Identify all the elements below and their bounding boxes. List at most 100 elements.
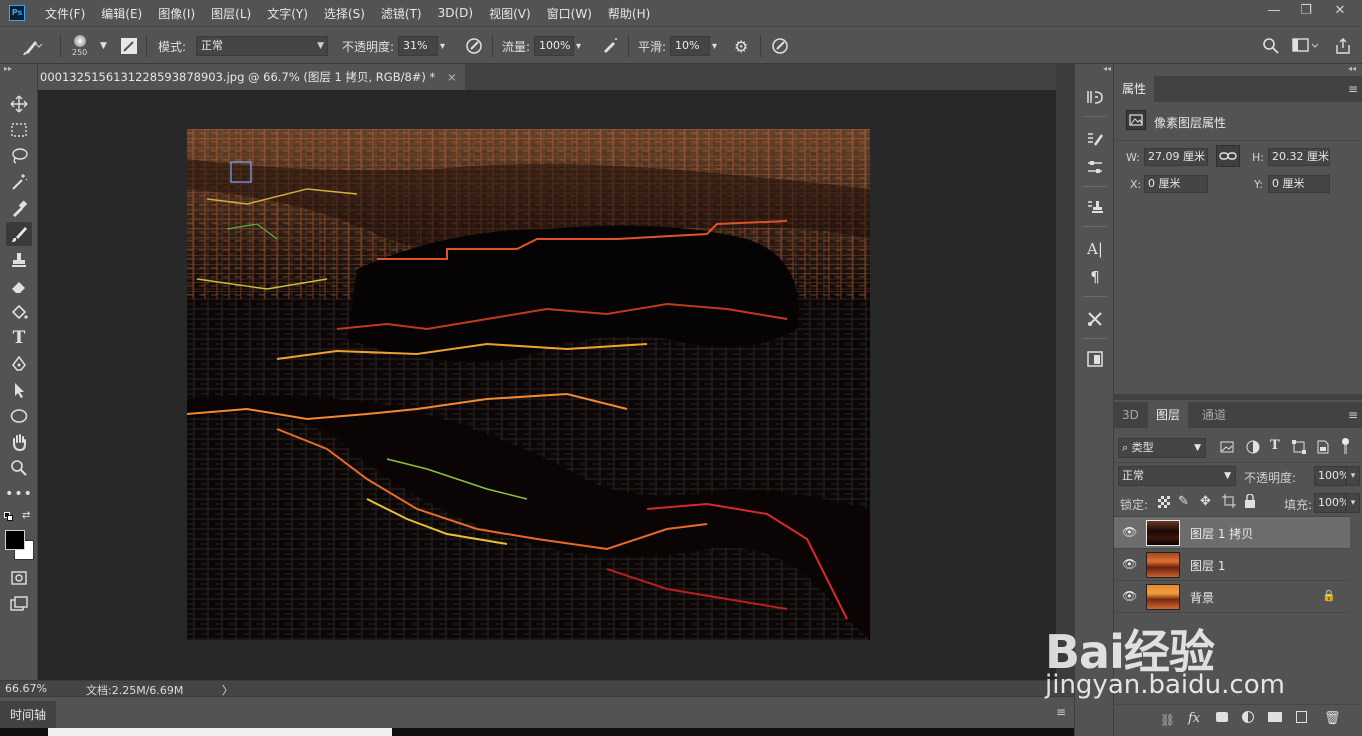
menu-file[interactable]: 文件(F) [45, 5, 85, 22]
collapse-panels-button[interactable]: ◂◂ [1114, 64, 1362, 74]
tab-properties[interactable]: 属性 [1114, 76, 1155, 102]
close-document-icon[interactable]: × [447, 70, 457, 84]
adjustment-layer-icon[interactable] [1242, 711, 1254, 723]
minimize-button[interactable]: — [1258, 0, 1290, 22]
search-icon[interactable] [1262, 27, 1280, 65]
new-layer-icon[interactable] [1296, 711, 1307, 723]
paint-bucket-tool-icon[interactable] [6, 300, 32, 324]
menu-select[interactable]: 选择(S) [324, 5, 365, 22]
tab-3d[interactable]: 3D [1114, 402, 1147, 428]
menu-edit[interactable]: 编辑(E) [101, 5, 142, 22]
filter-pixel-layer-icon[interactable] [1220, 441, 1236, 455]
pressure-size-button[interactable] [770, 27, 790, 65]
opacity-input[interactable]: 31% [398, 36, 438, 56]
document-canvas-image[interactable] [187, 129, 870, 640]
navigator-panel-icon[interactable] [1083, 348, 1107, 370]
flow-input[interactable]: 100% [534, 36, 574, 56]
filter-shape-layer-icon[interactable] [1292, 440, 1308, 454]
layer-filter-kind-select[interactable]: ⌕ 类型 ▼ [1118, 438, 1206, 458]
close-window-button[interactable]: ✕ [1324, 0, 1356, 22]
lock-artboard-icon[interactable] [1222, 494, 1236, 508]
tab-layers[interactable]: 图层 [1148, 402, 1189, 428]
fill-dropdown[interactable]: ▾ [1346, 493, 1360, 513]
filter-toggle-switch[interactable] [1342, 438, 1350, 454]
tab-channels[interactable]: 通道 [1194, 402, 1234, 428]
panel-menu-icon[interactable]: ≡ [1348, 408, 1358, 422]
pen-tool-icon[interactable] [6, 352, 32, 376]
layer-opacity-dropdown[interactable]: ▾ [1346, 466, 1360, 486]
opacity-dropdown-button[interactable]: ▾ [440, 27, 445, 65]
screen-mode-icon[interactable] [6, 592, 32, 616]
restore-button[interactable]: ❐ [1290, 0, 1322, 22]
gear-icon[interactable]: ⚙ [734, 27, 748, 65]
visibility-eye-icon[interactable]: 👁 [1122, 557, 1137, 571]
adjustments-panel-icon[interactable] [1083, 156, 1107, 178]
layer-row-copy[interactable]: 👁 图层 1 拷贝 [1114, 517, 1350, 549]
menu-view[interactable]: 视图(V) [489, 5, 531, 22]
workspace-switcher-button[interactable] [1292, 27, 1320, 65]
chevron-down-icon[interactable]: ▼ [100, 27, 107, 65]
fx-icon[interactable]: fx [1188, 711, 1200, 726]
panel-menu-icon[interactable]: ≡ [1348, 82, 1358, 96]
width-input[interactable]: 27.09 厘米 [1144, 148, 1208, 166]
filter-smart-object-icon[interactable] [1316, 440, 1332, 454]
height-input[interactable]: 20.32 厘米 [1268, 148, 1330, 166]
path-selection-tool-icon[interactable] [6, 378, 32, 402]
swap-colors-icon[interactable]: ⇄ [22, 510, 30, 521]
x-input[interactable]: 0 厘米 [1144, 175, 1208, 193]
brush-settings-panel-button[interactable] [120, 27, 138, 65]
menu-window[interactable]: 窗口(W) [547, 5, 592, 22]
blend-mode-select[interactable]: 正常 ▼ [1118, 466, 1236, 486]
move-tool-icon[interactable] [6, 92, 32, 116]
tool-presets-icon[interactable] [1083, 308, 1107, 330]
pressure-opacity-button[interactable] [464, 27, 484, 65]
lasso-tool-icon[interactable] [6, 144, 32, 168]
marquee-tool-icon[interactable] [6, 118, 32, 142]
document-tab[interactable]: 0001325156131228593878903.jpg @ 66.7% (图… [38, 64, 465, 90]
ellipse-tool-icon[interactable] [6, 404, 32, 428]
menu-type[interactable]: 文字(Y) [267, 5, 308, 22]
magic-wand-tool-icon[interactable] [6, 170, 32, 194]
layer-row-layer1[interactable]: 👁 图层 1 [1114, 549, 1350, 581]
lock-all-icon[interactable] [1244, 493, 1258, 508]
quick-mask-icon[interactable] [6, 566, 32, 590]
menu-image[interactable]: 图像(I) [158, 5, 195, 22]
menu-3d[interactable]: 3D(D) [438, 6, 473, 20]
canvas-area[interactable] [38, 90, 1056, 680]
add-mask-icon[interactable] [1216, 712, 1228, 722]
zoom-level[interactable]: 66.67% [5, 682, 47, 695]
brush-tool-icon[interactable] [6, 222, 32, 246]
menu-help[interactable]: 帮助(H) [608, 5, 650, 22]
eyedropper-tool-icon[interactable] [6, 196, 32, 220]
collapse-toolbox-button[interactable]: ▸▸ [4, 64, 12, 73]
lock-position-icon[interactable]: ✥ [1200, 494, 1211, 509]
flow-dropdown-button[interactable]: ▾ [576, 27, 581, 65]
clone-source-icon[interactable] [1083, 196, 1107, 218]
eraser-tool-icon[interactable] [6, 274, 32, 298]
history-icon[interactable] [1083, 86, 1107, 108]
clone-stamp-tool-icon[interactable] [6, 248, 32, 272]
fill-input[interactable]: 100% [1314, 493, 1349, 513]
panel-splitter[interactable] [1114, 394, 1362, 400]
smoothing-dropdown-button[interactable]: ▾ [712, 27, 717, 65]
vertical-scrollbar[interactable] [1056, 64, 1074, 680]
layer-opacity-input[interactable]: 100% [1314, 466, 1349, 486]
brushes-panel-icon[interactable] [1083, 128, 1107, 150]
menu-layer[interactable]: 图层(L) [211, 5, 251, 22]
panel-menu-icon[interactable]: ≡ [1056, 705, 1066, 719]
timeline-tab[interactable]: 时间轴 [0, 701, 56, 729]
visibility-eye-icon[interactable]: 👁 [1122, 589, 1137, 603]
hand-tool-icon[interactable] [6, 430, 32, 454]
link-dimensions-button[interactable] [1216, 145, 1240, 167]
visibility-eye-icon[interactable]: 👁 [1122, 525, 1137, 539]
collapse-dock-button[interactable]: ◂◂ [1075, 64, 1115, 74]
character-panel-icon[interactable]: A| [1083, 238, 1107, 260]
airbrush-button[interactable] [600, 27, 620, 65]
paragraph-panel-icon[interactable]: ¶ [1083, 266, 1107, 288]
menu-filter[interactable]: 滤镜(T) [381, 5, 422, 22]
zoom-tool-icon[interactable] [6, 456, 32, 480]
lock-image-pixels-icon[interactable]: ✎ [1178, 494, 1189, 509]
brush-tool-preset-button[interactable] [20, 27, 46, 65]
type-tool-icon[interactable]: T [6, 326, 32, 350]
new-group-icon[interactable] [1268, 712, 1282, 722]
